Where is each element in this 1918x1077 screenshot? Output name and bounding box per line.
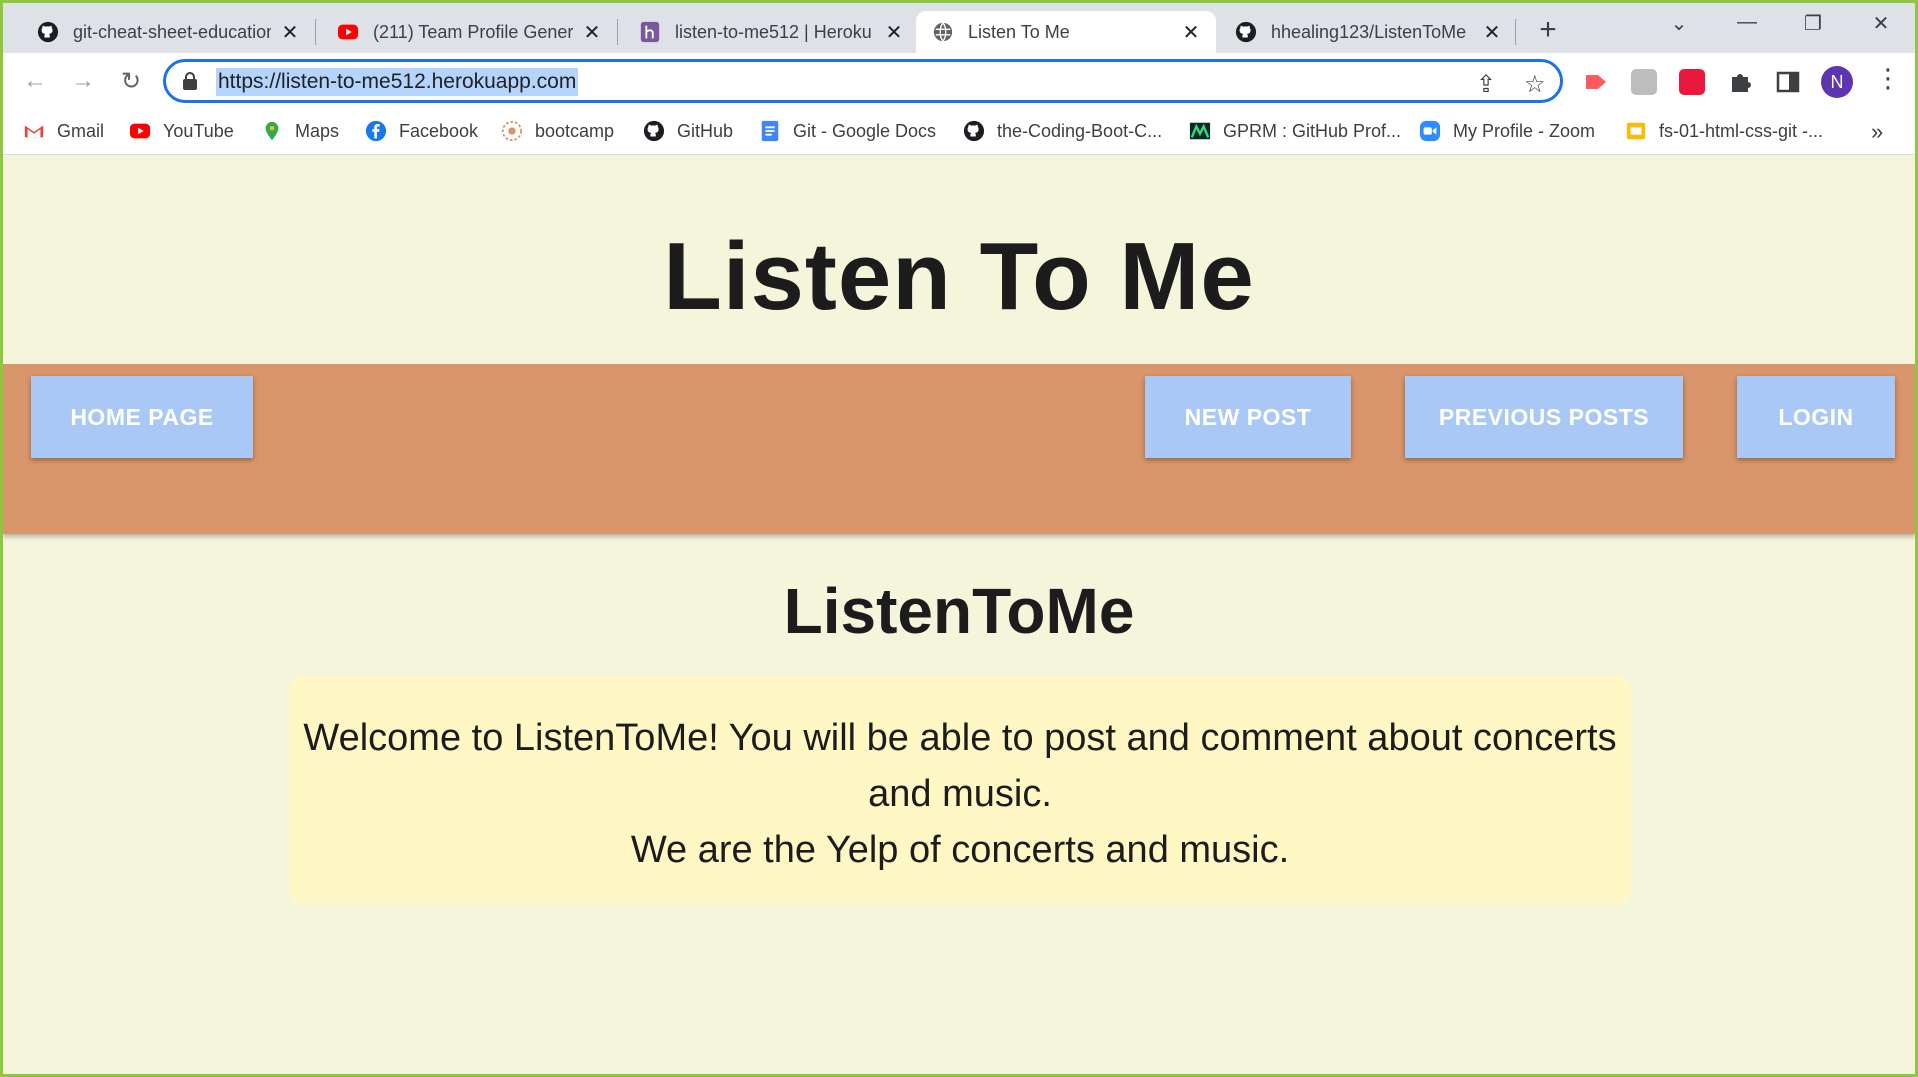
bookmarks-bar: Gmail YouTube Maps Facebook bootcamp Git… — [3, 109, 1915, 155]
url-text[interactable]: https://listen-to-me512.herokuapp.com — [216, 68, 579, 96]
extension-video-icon[interactable] — [1583, 69, 1609, 95]
home-page-button[interactable]: Home Page — [31, 376, 253, 458]
welcome-tagline: We are the Yelp of concerts and music. — [630, 829, 1290, 871]
bookmark-coding-boot-camp[interactable]: the-Coding-Boot-C... — [963, 117, 1162, 145]
window-close-icon[interactable]: ✕ — [1861, 11, 1901, 36]
bookmark-label: Facebook — [399, 120, 479, 141]
bookmark-zoom[interactable]: My Profile - Zoom — [1419, 117, 1595, 145]
tab-team-profile[interactable]: (211) Team Profile Genera ✕ — [321, 11, 617, 53]
reload-icon[interactable]: ↻ — [115, 67, 147, 96]
bookmark-facebook[interactable]: Facebook — [365, 117, 478, 145]
tab-search-icon[interactable]: ⌄ — [1659, 11, 1699, 36]
bookmarks-overflow-button[interactable]: » — [1871, 119, 1883, 145]
bookmark-gmail[interactable]: Gmail — [23, 117, 104, 145]
bookmark-star-icon[interactable]: ☆ — [1524, 70, 1546, 99]
bookmark-label: fs-01-html-css-git -... — [1659, 120, 1824, 141]
profile-avatar[interactable]: N — [1821, 66, 1853, 98]
tab-title: hhealing123/ListenToMe — [1271, 21, 1467, 42]
gmail-icon — [24, 125, 44, 138]
tab-title: git-cheat-sheet-education — [73, 21, 271, 42]
extension-gray-icon[interactable] — [1631, 69, 1657, 95]
bookmark-label: Maps — [295, 120, 340, 141]
zoom-icon — [1419, 120, 1441, 142]
extensions-puzzle-icon[interactable] — [1727, 69, 1753, 95]
tab-title: (211) Team Profile Genera — [373, 21, 573, 42]
close-icon[interactable]: ✕ — [885, 20, 903, 45]
tab-git-cheat-sheet[interactable]: git-cheat-sheet-education ✕ — [21, 11, 315, 53]
bookmark-label: My Profile - Zoom — [1453, 120, 1596, 141]
bookmark-git-google-docs[interactable]: Git - Google Docs — [759, 117, 936, 145]
close-icon[interactable]: ✕ — [1483, 20, 1501, 45]
side-panel-icon[interactable] — [1775, 69, 1801, 95]
tab-separator — [1515, 19, 1516, 45]
forward-icon[interactable]: → — [67, 67, 99, 95]
slides-icon — [1626, 122, 1646, 140]
login-button[interactable]: Login — [1737, 376, 1895, 458]
tab-separator — [617, 19, 618, 45]
github-icon — [643, 120, 665, 142]
bookmark-gprm[interactable]: GPRM : GitHub Prof... — [1189, 117, 1401, 145]
tab-strip: git-cheat-sheet-education ✕ (211) Team P… — [3, 3, 1915, 53]
welcome-card: Welcome to ListenToMe! You will be able … — [289, 676, 1631, 904]
address-bar[interactable]: https://listen-to-me512.herokuapp.com ⇪ … — [163, 59, 1563, 103]
maps-icon — [265, 121, 279, 141]
welcome-text: Welcome to ListenToMe! You will be able … — [303, 717, 1617, 815]
bookmark-label: Git - Google Docs — [793, 120, 937, 141]
new-tab-button[interactable]: + — [1531, 13, 1565, 47]
site-navbar: Home Page New Post Previous Posts Login — [3, 364, 1915, 534]
bookmark-maps[interactable]: Maps — [261, 117, 339, 145]
tab-title: Listen To Me — [968, 21, 1070, 42]
minimize-icon[interactable]: — — [1727, 11, 1767, 34]
bookmark-github[interactable]: GitHub — [643, 117, 733, 145]
google-docs-icon — [761, 120, 779, 142]
site-title: Listen To Me — [663, 223, 1255, 330]
bookmark-label: Gmail — [57, 120, 105, 141]
bookmark-label: YouTube — [163, 120, 234, 141]
close-icon[interactable]: ✕ — [583, 20, 601, 45]
share-icon[interactable]: ⇪ — [1476, 70, 1496, 99]
bookmark-label: GitHub — [677, 120, 734, 141]
close-icon[interactable]: ✕ — [1182, 20, 1200, 45]
globe-icon — [933, 22, 953, 42]
close-icon[interactable]: ✕ — [281, 20, 299, 45]
bookmark-label: bootcamp — [535, 120, 615, 141]
youtube-icon — [337, 24, 359, 40]
bookmark-label: GPRM : GitHub Prof... — [1223, 120, 1402, 141]
new-post-button[interactable]: New Post — [1145, 376, 1351, 458]
tab-separator — [315, 19, 316, 45]
bookmark-label: the-Coding-Boot-C... — [997, 120, 1163, 141]
lock-icon — [183, 72, 197, 90]
youtube-icon — [129, 123, 151, 139]
restore-icon[interactable]: ❐ — [1793, 11, 1833, 36]
tab-heroku[interactable]: listen-to-me512 | Heroku ✕ — [623, 11, 919, 53]
page-heading: ListenToMe — [783, 575, 1135, 647]
bookmark-fs-01[interactable]: fs-01-html-css-git -... — [1625, 117, 1823, 145]
tab-title: listen-to-me512 | Heroku — [675, 21, 872, 42]
browser-window: git-cheat-sheet-education ✕ (211) Team P… — [3, 3, 1915, 1074]
github-icon — [37, 21, 59, 43]
menu-kebab-icon[interactable]: ⋮ — [1875, 63, 1901, 94]
heroku-icon — [640, 21, 660, 43]
github-icon — [963, 120, 985, 142]
tab-listen-to-me[interactable]: Listen To Me ✕ — [916, 11, 1216, 53]
bootcamp-icon — [501, 120, 523, 142]
tab-github-repo[interactable]: hhealing123/ListenToMe ✕ — [1219, 11, 1517, 53]
browser-toolbar: ← → ↻ https://listen-to-me512.herokuapp.… — [3, 53, 1915, 109]
bookmark-youtube[interactable]: YouTube — [129, 117, 234, 145]
back-icon[interactable]: ← — [19, 67, 51, 95]
github-icon — [1235, 21, 1257, 43]
previous-posts-button[interactable]: Previous Posts — [1405, 376, 1683, 458]
bookmark-bootcamp[interactable]: bootcamp — [501, 117, 614, 145]
web-page: Listen To Me Home Page New Post Previous… — [3, 156, 1915, 1074]
gprm-icon — [1189, 122, 1211, 140]
extension-pointer-icon[interactable] — [1679, 69, 1705, 95]
facebook-icon — [365, 120, 387, 142]
